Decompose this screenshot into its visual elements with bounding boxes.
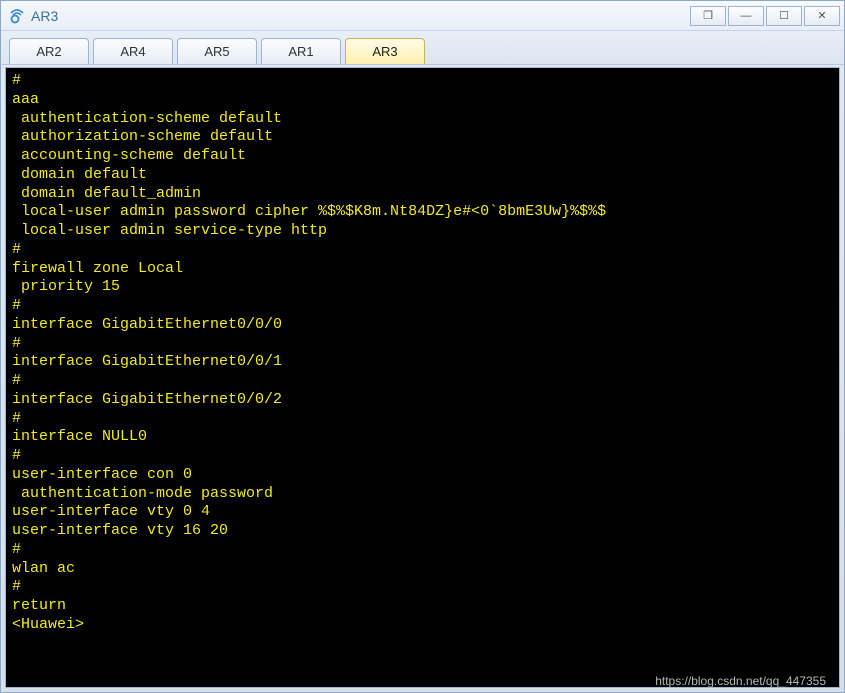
minimize-button[interactable]: — bbox=[728, 6, 764, 26]
app-icon bbox=[9, 8, 25, 24]
titlebar: AR3 ❐ — ☐ ✕ bbox=[1, 1, 844, 31]
tab-label: AR3 bbox=[372, 44, 397, 59]
dup-window-button[interactable]: ❐ bbox=[690, 6, 726, 26]
maximize-button[interactable]: ☐ bbox=[766, 6, 802, 26]
tab-ar5[interactable]: AR5 bbox=[177, 38, 257, 64]
tab-ar1[interactable]: AR1 bbox=[261, 38, 341, 64]
tab-label: AR5 bbox=[204, 44, 229, 59]
terminal-output[interactable]: # aaa authentication-scheme default auth… bbox=[5, 67, 840, 688]
terminal-container: # aaa authentication-scheme default auth… bbox=[1, 65, 844, 692]
tab-ar4[interactable]: AR4 bbox=[93, 38, 173, 64]
tab-ar3[interactable]: AR3 bbox=[345, 38, 425, 64]
window-title: AR3 bbox=[31, 8, 58, 24]
tab-label: AR4 bbox=[120, 44, 145, 59]
tab-label: AR2 bbox=[36, 44, 61, 59]
close-button[interactable]: ✕ bbox=[804, 6, 840, 26]
tab-bar: AR2 AR4 AR5 AR1 AR3 bbox=[1, 31, 844, 65]
app-window: AR3 ❐ — ☐ ✕ AR2 AR4 AR5 AR1 AR3 # aaa au… bbox=[0, 0, 845, 693]
tab-ar2[interactable]: AR2 bbox=[9, 38, 89, 64]
tab-label: AR1 bbox=[288, 44, 313, 59]
